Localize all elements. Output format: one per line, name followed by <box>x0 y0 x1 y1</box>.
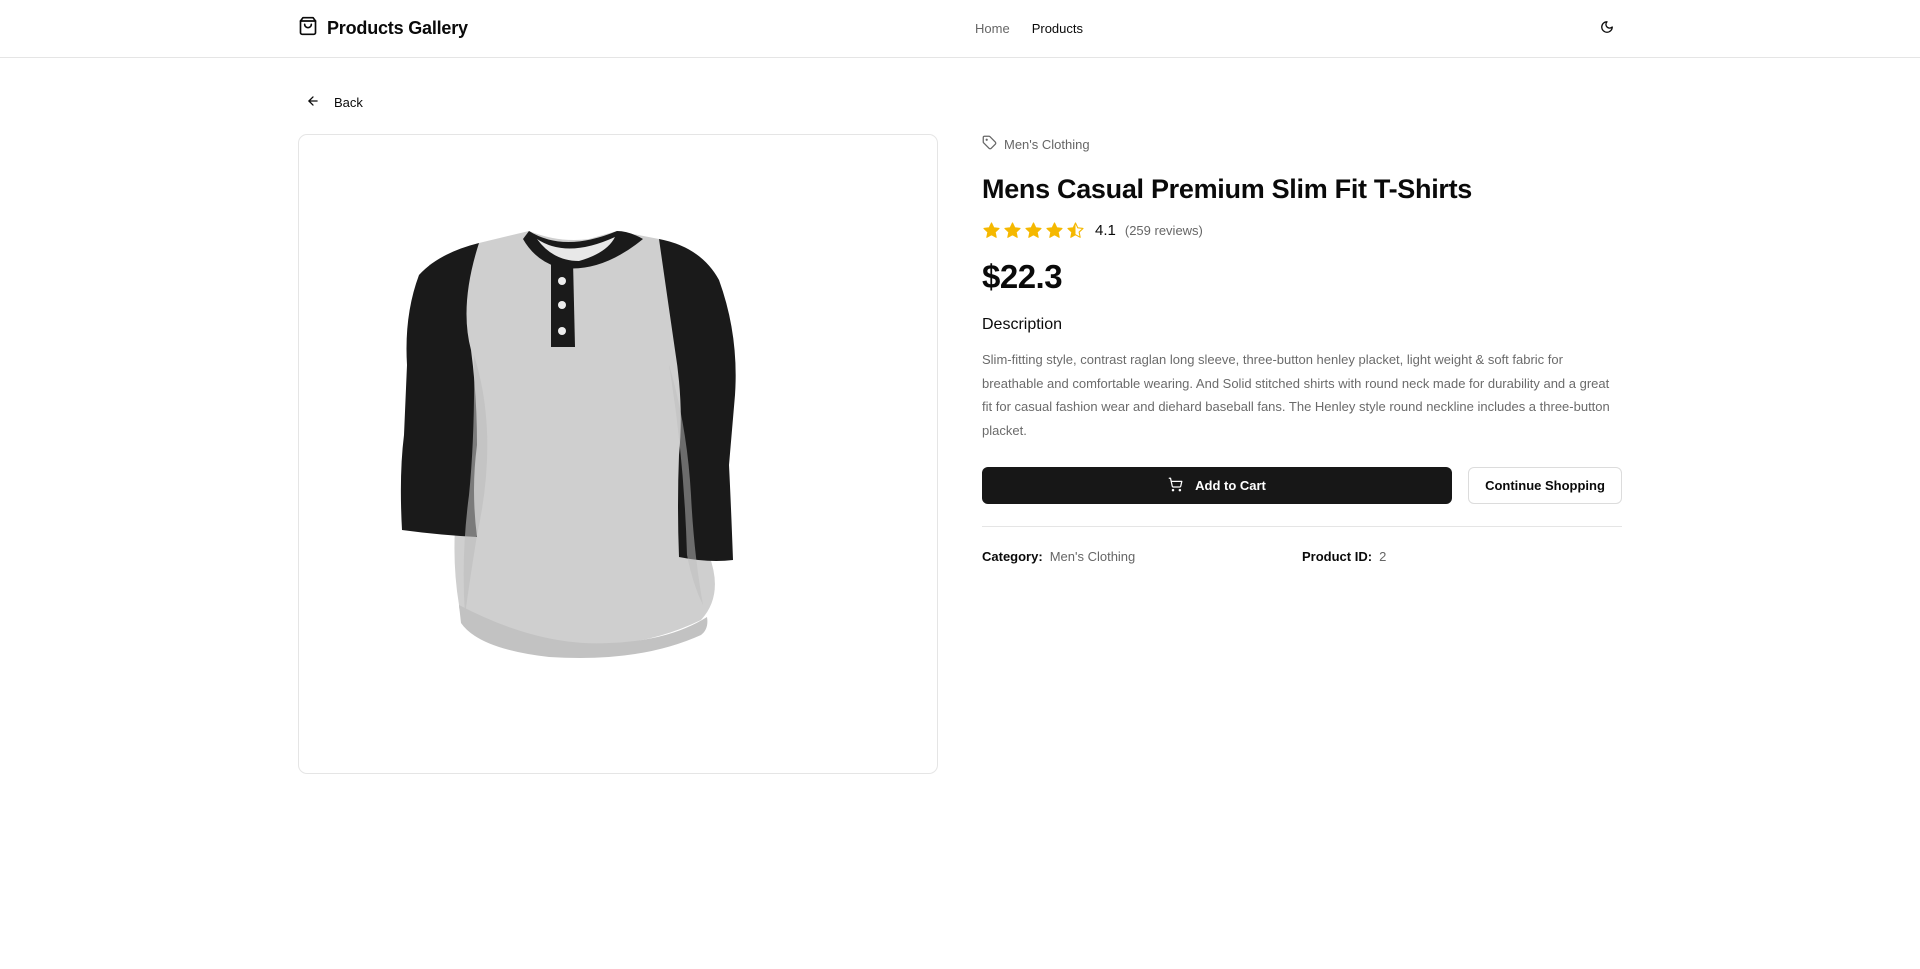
back-label: Back <box>334 95 363 110</box>
continue-shopping-button[interactable]: Continue Shopping <box>1468 467 1622 504</box>
rating-stars <box>982 221 1085 240</box>
nav-home-link[interactable]: Home <box>975 21 1010 36</box>
product-meta: Category: Men's Clothing Product ID: 2 <box>982 549 1622 564</box>
product-price: $22.3 <box>982 258 1063 295</box>
meta-category-label: Category: <box>982 549 1043 564</box>
shopping-cart-icon <box>1168 477 1183 495</box>
product-rating: 4.1 (259 reviews) <box>982 219 1622 241</box>
theme-toggle-button[interactable] <box>1596 18 1618 40</box>
category-tag: Men's Clothing <box>982 135 1622 153</box>
meta-category-value: Men's Clothing <box>1049 549 1136 564</box>
category-tag-label: Men's Clothing <box>1004 136 1090 152</box>
star-half-icon <box>1067 221 1084 238</box>
add-to-cart-label: Add to Cart <box>1195 478 1266 493</box>
brand-title: Products Gallery <box>327 18 468 38</box>
product-image <box>400 231 736 659</box>
meta-product-id: Product ID: 2 <box>1302 549 1622 564</box>
description-heading: Description <box>982 316 1063 333</box>
star-filled-icon <box>1046 221 1063 238</box>
product-actions: Add to Cart Continue Shopping <box>982 467 1622 504</box>
product-image-card <box>298 134 938 774</box>
main-nav: Home Products <box>975 21 1083 36</box>
star-filled-icon <box>1004 221 1021 238</box>
back-button[interactable]: Back <box>306 94 363 111</box>
divider <box>982 526 1622 527</box>
rating-count: (259 reviews) <box>1124 222 1203 238</box>
tag-icon <box>982 135 997 153</box>
arrow-left-icon <box>306 94 320 111</box>
top-navbar: Products Gallery Home Products <box>0 0 1920 58</box>
product-info: Men's Clothing Mens Casual Premium Slim … <box>982 134 1622 564</box>
rating-value: 4.1 <box>1095 221 1116 239</box>
star-filled-icon <box>1025 221 1042 238</box>
star-filled-icon <box>983 221 1000 238</box>
product-description: Slim-fitting style, contrast raglan long… <box>982 352 1610 438</box>
nav-products-link[interactable]: Products <box>1032 21 1083 36</box>
moon-icon <box>1600 20 1614 39</box>
meta-id-label: Product ID: <box>1302 549 1373 564</box>
meta-id-value: 2 <box>1379 549 1387 564</box>
add-to-cart-button[interactable]: Add to Cart <box>982 467 1452 504</box>
product-title: Mens Casual Premium Slim Fit T-Shirts <box>982 174 1473 204</box>
shopping-bag-icon <box>298 16 318 41</box>
brand-link[interactable]: Products Gallery <box>298 16 468 41</box>
meta-category: Category: Men's Clothing <box>982 549 1302 564</box>
